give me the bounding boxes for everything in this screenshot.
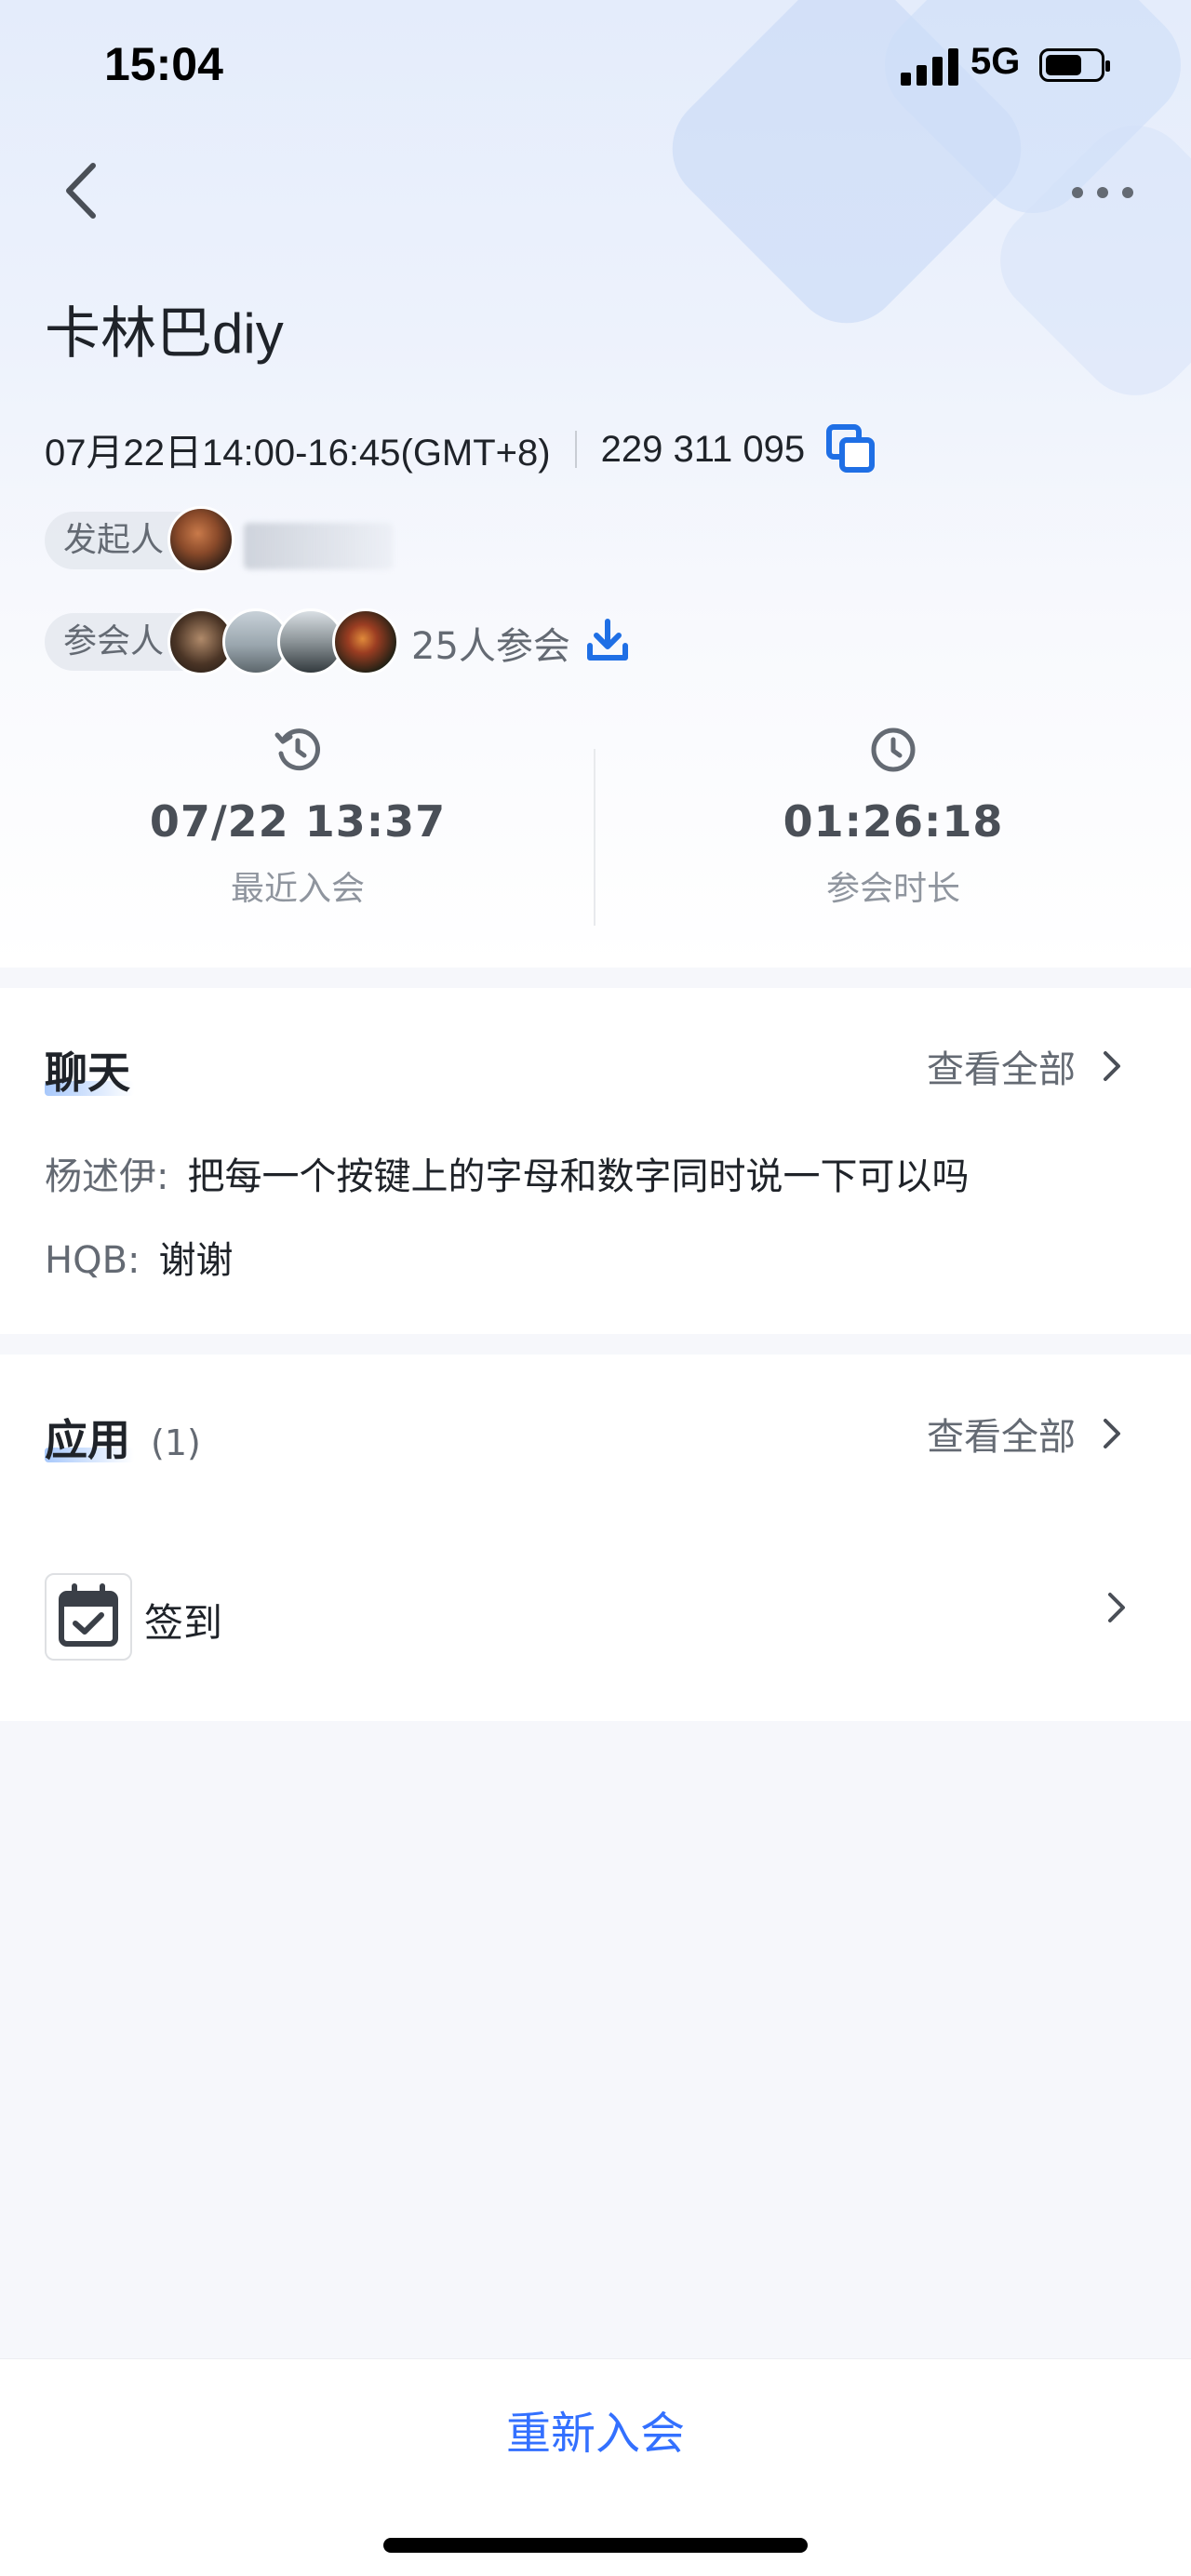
meeting-time-range: 07月22日14:00-16:45(GMT+8)	[45, 433, 551, 474]
chevron-right-icon	[1108, 1593, 1125, 1622]
participant-avatar[interactable]	[332, 608, 399, 675]
home-indicator	[383, 2538, 808, 2553]
apps-section: 应用 (1) 查看全部 签到	[0, 1355, 1191, 1721]
apps-view-all-button[interactable]: 查看全部	[927, 1407, 1126, 1461]
meeting-id: 229 311 095	[600, 428, 806, 470]
chat-title: 聊天	[45, 1048, 130, 1098]
network-type: 5G	[970, 41, 1021, 82]
chevron-right-icon	[1104, 1419, 1120, 1448]
duration-value: 01:26:18	[783, 796, 1004, 847]
app-label: 签到	[144, 1600, 223, 1646]
chat-text: 把每一个按键上的字母和数字同时说一下可以吗	[187, 1155, 970, 1198]
clock-icon	[871, 727, 916, 772]
chat-message: HQB: 谢谢	[45, 1230, 233, 1284]
meeting-header: 15:04 5G 卡林巴diy 07月22日14:00-16:45(GMT+8)…	[0, 0, 1191, 968]
last-join-label: 最近入会	[230, 870, 365, 908]
last-join-value: 07/22 13:37	[149, 796, 447, 847]
participant-count[interactable]: 25人参会	[411, 616, 570, 670]
duration-label: 参会时长	[825, 870, 960, 908]
rejoin-meeting-button[interactable]: 重新入会	[409, 2392, 782, 2476]
chat-sender: 杨述伊:	[45, 1155, 169, 1198]
apps-count: (1)	[151, 1422, 201, 1463]
more-button[interactable]	[1070, 181, 1135, 204]
apps-title-text: 应用	[45, 1415, 130, 1465]
chat-view-all-button[interactable]: 查看全部	[927, 1039, 1126, 1093]
history-clock-icon	[274, 728, 320, 771]
chat-sender: HQB:	[45, 1239, 141, 1282]
battery-icon	[1039, 48, 1110, 82]
host-name-redacted	[244, 523, 393, 569]
stat-last-join: 07/22 13:37 最近入会	[0, 726, 596, 910]
status-time: 15:04	[104, 38, 223, 90]
chevron-right-icon	[1104, 1051, 1120, 1081]
copy-icon[interactable]	[825, 423, 877, 475]
apps-title: 应用 (1)	[45, 1407, 201, 1468]
status-bar: 15:04 5G	[0, 0, 1191, 140]
chevron-left-icon	[66, 163, 96, 219]
chat-text: 谢谢	[158, 1239, 234, 1282]
calendar-check-icon	[45, 1573, 132, 1661]
chat-section: 聊天 查看全部 杨述伊: 把每一个按键上的字母和数字同时说一下可以吗 HQB: 谢谢	[0, 988, 1191, 1334]
host-avatar[interactable]	[167, 506, 234, 573]
meeting-info: 07月22日14:00-16:45(GMT+8) 229 311 095	[45, 423, 877, 475]
chat-message: 杨述伊: 把每一个按键上的字母和数字同时说一下可以吗	[45, 1146, 969, 1200]
back-button[interactable]	[56, 158, 112, 223]
meeting-title: 卡林巴diy	[45, 302, 284, 365]
view-all-label: 查看全部	[927, 1048, 1076, 1091]
divider	[574, 431, 577, 468]
stat-duration: 01:26:18 参会时长	[596, 726, 1191, 910]
download-icon[interactable]	[586, 618, 629, 662]
signal-icon	[901, 47, 958, 86]
view-all-label: 查看全部	[927, 1416, 1076, 1459]
